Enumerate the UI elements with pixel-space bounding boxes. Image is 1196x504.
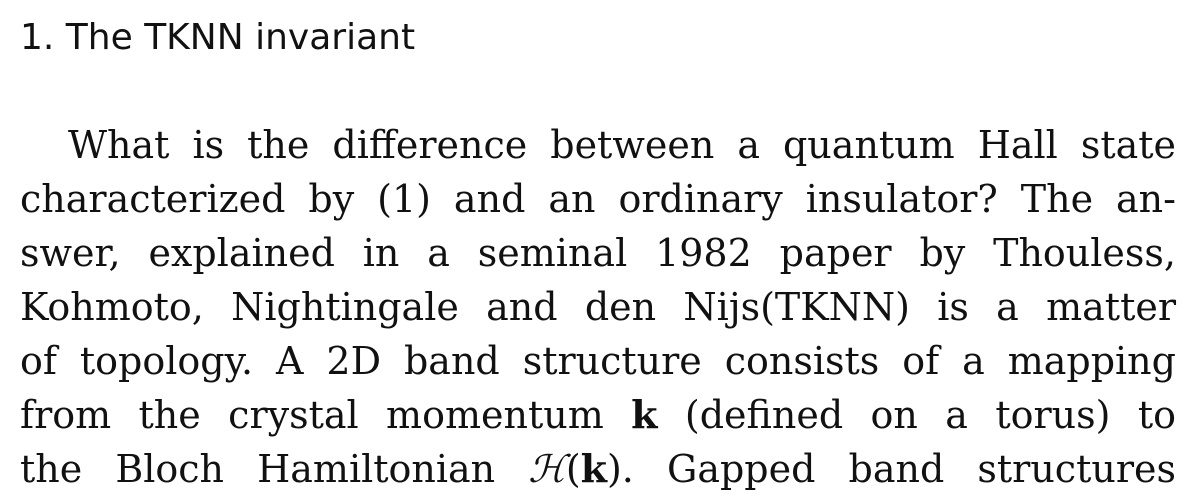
paragraph-line-5: of topology. A 2D band structure consist… [20,339,1176,383]
line-7-text-before: the Bloch Hamiltonian [20,447,529,491]
line-6-text-after: (defined on a torus) to [657,393,1176,437]
paragraph-line-3: swer, explained in a seminal 1982 paper … [20,231,1176,275]
paragraph-line-7: the Bloch Hamiltonian ℋ(k). Gapped band … [20,442,1176,496]
paragraph-line-4: Kohmoto, Nightingale and den Nijs(TKNN) … [20,285,1176,329]
hamiltonian-symbol: ℋ [528,447,566,491]
section-heading: 1. The TKNN invariant [20,17,416,58]
paragraph-line-1: What is the difference between a quantum… [68,123,1176,167]
paragraph: What is the difference between a quantum… [20,118,1176,496]
paragraph-line-6: from the crystal momentum k (defined on … [20,388,1176,442]
line-7-text-after: Gapped band structures [633,447,1176,491]
momentum-symbol-k-2: k [580,446,607,491]
line-6-text-before: from the crystal momentum [20,393,632,437]
close-paren: ). [606,447,634,491]
paragraph-line-2: characterized by (1) and an ordinary ins… [20,177,1176,221]
momentum-symbol-k: k [631,392,658,437]
open-paren: ( [565,447,581,491]
